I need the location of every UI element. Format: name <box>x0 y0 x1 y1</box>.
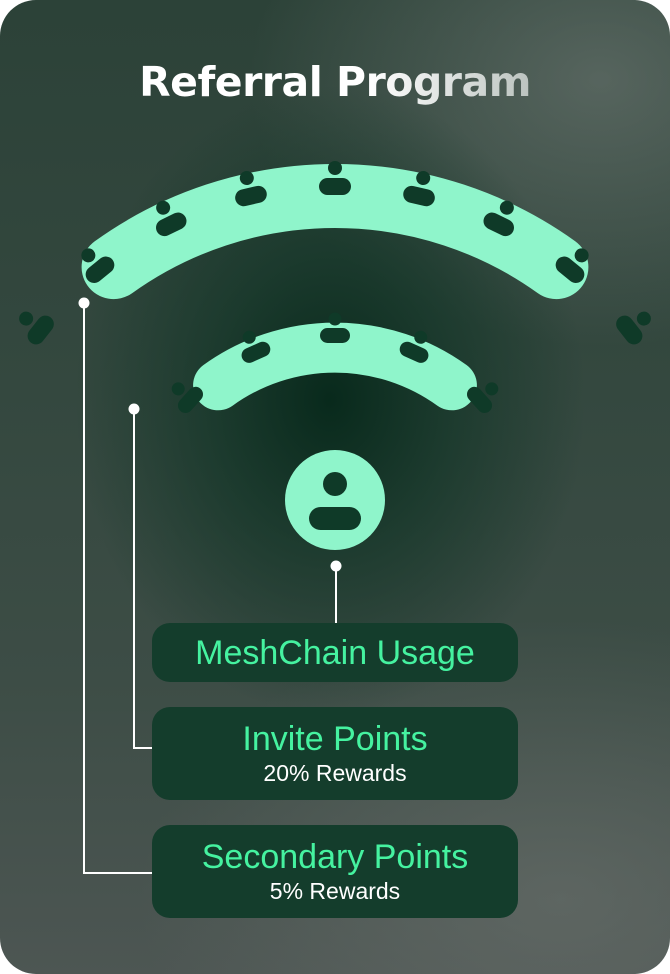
connector-dot-invite <box>128 403 140 415</box>
invite-reward: 20% Rewards <box>263 760 407 786</box>
usage-label: MeshChain Usage <box>195 634 475 672</box>
secondary-label: Secondary Points <box>201 838 469 876</box>
user-icon <box>616 311 651 345</box>
referral-card: Referral Program MeshChain Usage Invite … <box>0 0 670 974</box>
connector-secondary <box>83 303 152 874</box>
secondary-reward: 5% Rewards <box>269 878 401 904</box>
connector-dot-secondary <box>78 297 90 309</box>
secondary-pill: Secondary Points 5% Rewards <box>152 825 518 918</box>
invite-pill: Invite Points 20% Rewards <box>152 707 518 800</box>
connector-dot-usage <box>330 560 342 572</box>
connector-invite <box>133 409 152 749</box>
center-user-icon <box>285 450 385 550</box>
user-icon <box>19 311 54 345</box>
invite-label: Invite Points <box>242 720 428 758</box>
usage-pill: MeshChain Usage <box>152 623 518 682</box>
outer-arc <box>81 163 589 300</box>
